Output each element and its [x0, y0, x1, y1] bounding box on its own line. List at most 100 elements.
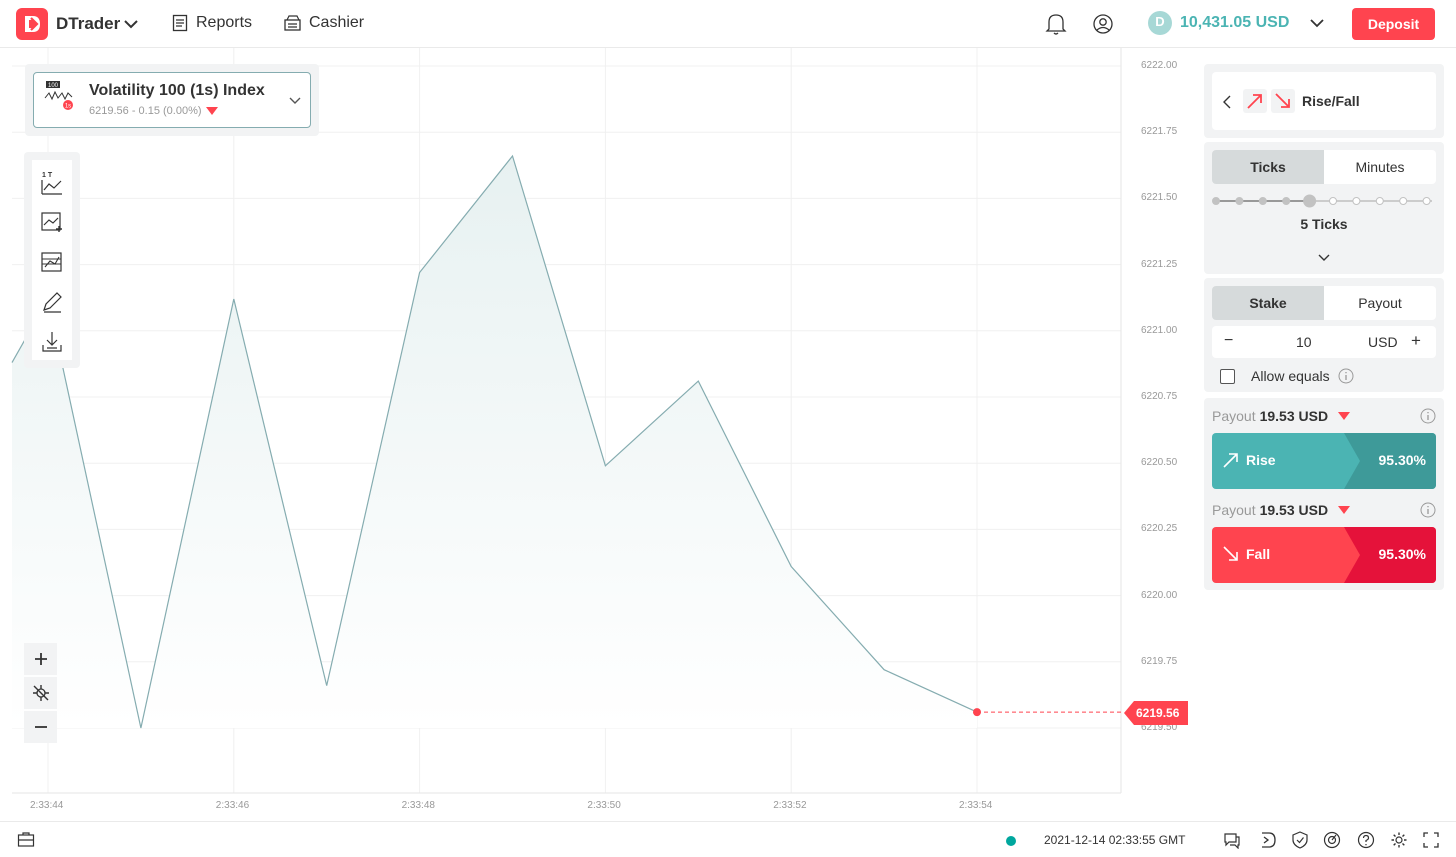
security-shield-icon[interactable]	[1291, 831, 1309, 849]
chart-toolbar: 1 T	[24, 152, 80, 368]
increment-button[interactable]: +	[1411, 331, 1421, 351]
slider-step[interactable]	[1329, 197, 1337, 205]
x-tick-label: 2:33:46	[215, 800, 250, 811]
decrement-button[interactable]: −	[1224, 332, 1233, 350]
deriv-go-icon[interactable]	[1259, 831, 1277, 849]
y-tick-label: 6220.00	[1141, 589, 1178, 601]
fall-arrow-icon	[1223, 546, 1238, 561]
account-icon[interactable]	[1092, 12, 1114, 41]
nav-cashier-label: Cashier	[309, 14, 365, 31]
tab-minutes[interactable]: Minutes	[1324, 150, 1436, 184]
stake-value[interactable]: 10	[1296, 334, 1312, 350]
comparison-icon[interactable]	[40, 250, 64, 274]
server-time: 2021-12-14 02:33:55 GMT	[1044, 833, 1186, 847]
slider-step[interactable]	[1399, 197, 1408, 205]
stake-input[interactable]: − 10 USD +	[1212, 326, 1436, 358]
slider-step[interactable]	[1422, 197, 1431, 205]
download-icon[interactable]	[40, 330, 64, 354]
nav-cashier[interactable]: Cashier	[284, 14, 364, 32]
fall-payout-label: Payout	[1212, 502, 1256, 518]
rise-purchase-button[interactable]: Rise 95.30%	[1212, 433, 1436, 489]
y-tick-label: 6219.75	[1141, 655, 1178, 667]
slider-step[interactable]	[1352, 197, 1361, 205]
x-tick-label: 2:33:50	[587, 800, 621, 811]
slider-step[interactable]	[1282, 197, 1291, 205]
allow-equals-checkbox[interactable]	[1220, 369, 1235, 384]
market-selector[interactable]: 100 1s Volatility 100 (1s) Index 6219.56…	[33, 72, 311, 128]
y-tick-label: 6221.75	[1141, 126, 1178, 138]
allow-equals-label: Allow equals	[1251, 368, 1330, 384]
deriv-logo-icon[interactable]	[16, 8, 48, 40]
stake-currency: USD	[1368, 334, 1398, 350]
slider-step[interactable]	[1212, 197, 1220, 205]
rise-percent: 95.30%	[1378, 452, 1426, 468]
stake-tabs: Stake Payout	[1212, 286, 1436, 320]
reports-icon	[172, 14, 188, 32]
cashier-icon	[284, 15, 301, 31]
responsible-trading-icon[interactable]	[1323, 831, 1341, 849]
y-tick-label: 6221.25	[1141, 258, 1178, 270]
fall-trade-icon	[1271, 89, 1295, 113]
ticks-slider[interactable]	[1212, 192, 1436, 210]
slider-step[interactable]	[1375, 197, 1384, 205]
svg-text:100: 100	[48, 83, 59, 89]
slider-step[interactable]	[1303, 194, 1317, 208]
purchase-card: Payout 19.53 USD Rise 95.30% Payout 19.5…	[1204, 398, 1444, 590]
fall-payout: Payout 19.53 USD	[1212, 502, 1351, 518]
market-quote-text: 6219.56 - 0.15 (0.00%)	[89, 105, 202, 117]
rise-payout: Payout 19.53 USD	[1212, 408, 1351, 424]
drawing-tools-icon[interactable]	[40, 290, 64, 314]
zoom-in-button[interactable]	[24, 643, 57, 675]
positions-icon[interactable]	[17, 831, 35, 849]
slider-step[interactable]	[1235, 197, 1244, 205]
current-price-label: 6219.56	[1136, 706, 1180, 720]
platform-name[interactable]: DTrader	[56, 14, 120, 34]
crosshair-toggle-button[interactable]	[24, 677, 57, 709]
trade-type-label: Rise/Fall	[1302, 93, 1360, 109]
footer: 2021-12-14 02:33:55 GMT	[0, 821, 1456, 857]
currency-icon: D	[1148, 11, 1172, 35]
chart-area-fill	[12, 156, 977, 728]
fullscreen-icon[interactable]	[1422, 831, 1440, 849]
rise-payout-label: Payout	[1212, 408, 1256, 424]
info-icon[interactable]	[1420, 502, 1436, 518]
slider-step[interactable]	[1258, 197, 1267, 205]
rise-arrow-icon	[1223, 453, 1238, 468]
x-tick-label: 2:33:52	[773, 800, 807, 811]
bell-icon[interactable]	[1045, 12, 1067, 41]
fall-label: Fall	[1246, 546, 1271, 562]
chevron-left-icon[interactable]	[1222, 95, 1232, 109]
deposit-button[interactable]: Deposit	[1352, 8, 1435, 40]
payout-down-icon	[1338, 412, 1351, 420]
info-icon[interactable]	[1420, 408, 1436, 424]
rise-label: Rise	[1246, 452, 1276, 468]
indicators-icon[interactable]	[40, 210, 64, 234]
chat-icon[interactable]	[1223, 831, 1241, 850]
chevron-down-icon[interactable]	[1317, 252, 1331, 264]
price-chart[interactable]: 6222.00 6221.75 6221.50 6221.25 6221.00 6220.…	[0, 48, 1196, 821]
tab-ticks[interactable]: Ticks	[1212, 150, 1324, 184]
chevron-down-icon[interactable]	[124, 14, 138, 39]
nav-reports[interactable]: Reports	[172, 14, 252, 32]
market-name: Volatility 100 (1s) Index	[89, 82, 265, 99]
x-tick-label: 2:33:48	[401, 800, 435, 811]
zoom-out-button[interactable]	[24, 711, 57, 743]
fall-purchase-button[interactable]: Fall 95.30%	[1212, 527, 1436, 583]
trade-type-selector[interactable]: Rise/Fall	[1212, 72, 1436, 130]
info-icon[interactable]	[1338, 368, 1354, 384]
chart-canvas[interactable]	[0, 48, 1196, 821]
account-balance[interactable]: D 10,431.05 USD	[1148, 11, 1327, 35]
rise-payout-amount: 19.53 USD	[1259, 408, 1329, 424]
tab-stake[interactable]: Stake	[1212, 286, 1324, 320]
ticks-value: 5 Ticks	[1300, 216, 1348, 232]
fall-percent: 95.30%	[1378, 546, 1426, 562]
settings-gear-icon[interactable]	[1390, 831, 1408, 849]
volatility-index-icon: 100 1s	[44, 81, 73, 110]
help-icon[interactable]	[1357, 831, 1375, 849]
tab-payout[interactable]: Payout	[1324, 286, 1436, 320]
svg-text:1 T: 1 T	[42, 172, 53, 179]
chevron-down-icon	[289, 97, 301, 104]
rise-trade-icon	[1243, 89, 1267, 113]
price-down-icon	[205, 107, 218, 115]
chart-type-icon[interactable]: 1 T	[40, 170, 64, 195]
